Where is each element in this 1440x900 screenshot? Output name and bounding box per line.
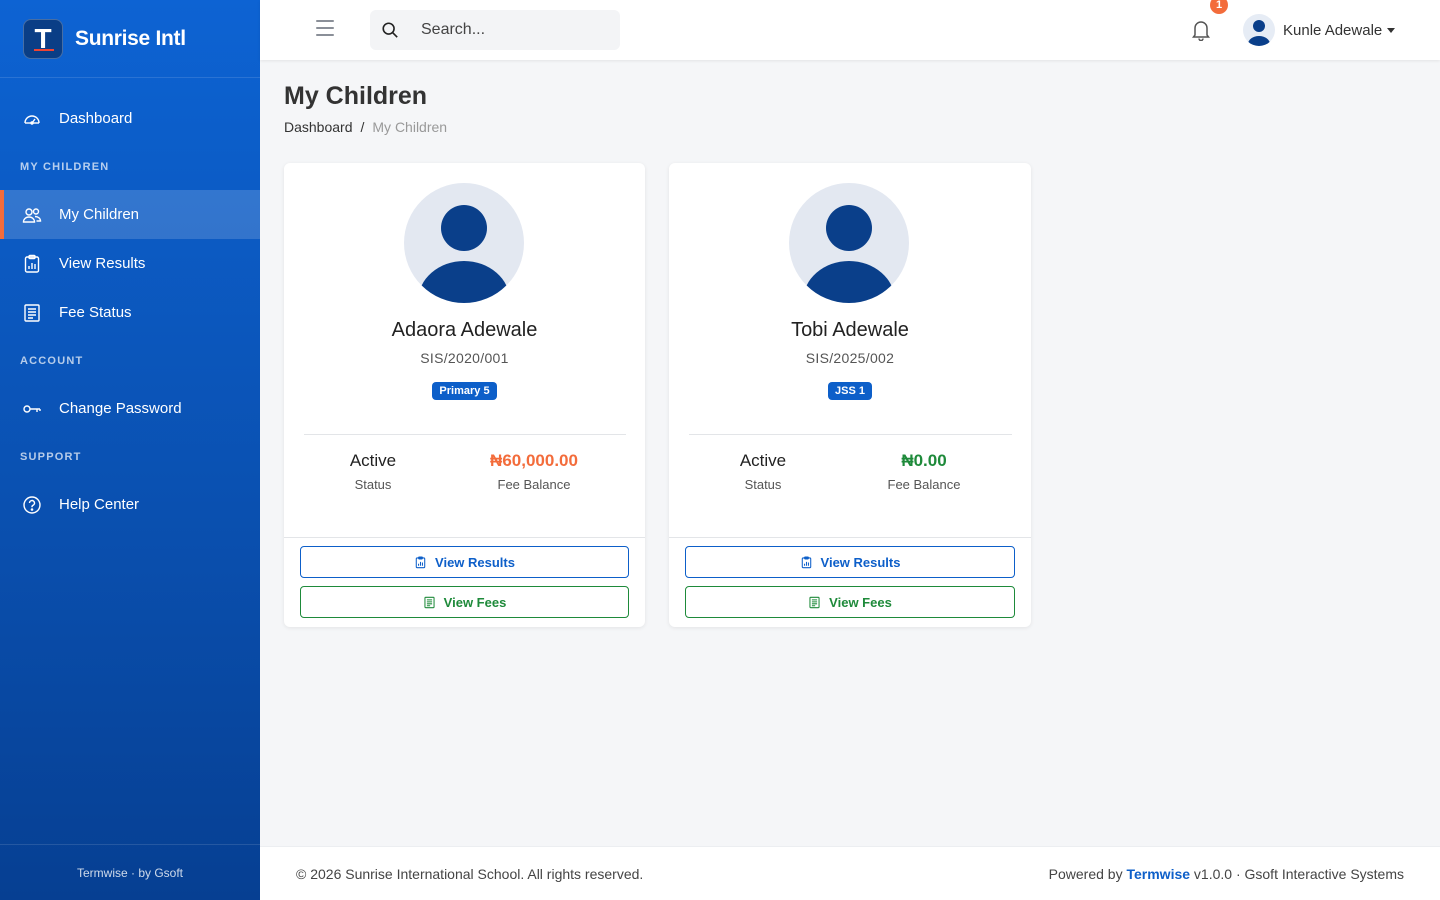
fee-balance-value: ₦60,000.00 bbox=[490, 451, 578, 470]
page-title: My Children bbox=[284, 82, 428, 110]
sidebar-item-help-center[interactable]: Help Center bbox=[0, 480, 260, 529]
caret-down-icon bbox=[1387, 27, 1396, 33]
sidebar-item-label: My Children bbox=[59, 206, 140, 223]
sidebar-item-dashboard[interactable]: Dashboard bbox=[0, 94, 260, 143]
breadcrumb: Dashboard / My Children bbox=[284, 119, 447, 135]
nav-section-my-children: MY CHILDREN bbox=[20, 160, 110, 173]
notification-badge: 1 bbox=[1210, 0, 1228, 14]
status-value: Active bbox=[739, 451, 787, 470]
page-footer: © 2026 Sunrise International School. All… bbox=[260, 846, 1440, 900]
status-label: Status bbox=[354, 477, 392, 492]
class-badge: Primary 5 bbox=[432, 382, 497, 400]
sidebar: T Sunrise Intl Dashboard MY CHILDREN My … bbox=[0, 0, 260, 900]
sidebar-item-label: Dashboard bbox=[59, 110, 133, 127]
user-avatar bbox=[1243, 14, 1275, 46]
breadcrumb-current: My Children bbox=[372, 119, 448, 135]
fee-balance-stat: ₦0.00 Fee Balance bbox=[844, 451, 1004, 492]
sidebar-item-my-children[interactable]: My Children bbox=[0, 190, 260, 239]
child-avatar bbox=[404, 183, 524, 303]
nav-section-support: SUPPORT bbox=[20, 450, 82, 463]
view-results-label: View Results bbox=[820, 554, 901, 570]
receipt-icon bbox=[809, 596, 820, 608]
child-student-id: SIS/2025/002 bbox=[805, 350, 895, 366]
users-icon bbox=[22, 207, 42, 223]
termwise-link[interactable]: Termwise bbox=[1126, 866, 1190, 882]
bell-icon[interactable] bbox=[1191, 19, 1211, 41]
child-avatar bbox=[789, 183, 909, 303]
status-stat: Active Status bbox=[293, 451, 453, 492]
menu-toggle-icon[interactable] bbox=[316, 20, 334, 36]
view-results-button[interactable]: View Results bbox=[300, 546, 629, 578]
view-fees-label: View Fees bbox=[829, 594, 892, 610]
child-student-id: SIS/2020/001 bbox=[420, 350, 509, 366]
brand-logo: T bbox=[23, 18, 63, 59]
sidebar-item-fee-status[interactable]: Fee Status bbox=[0, 288, 260, 337]
powered-by-prefix: Powered by bbox=[1048, 865, 1123, 882]
question-circle-icon bbox=[23, 495, 41, 514]
search-box bbox=[370, 10, 620, 50]
view-fees-button[interactable]: View Fees bbox=[685, 586, 1015, 618]
child-card: Adaora Adewale SIS/2020/001 Primary 5 Ac… bbox=[284, 163, 645, 627]
powered-by-suffix: v1.0.0 · Gsoft Interactive Systems bbox=[1193, 865, 1404, 882]
sidebar-footer: Termwise · by Gsoft bbox=[0, 844, 260, 900]
class-badge: JSS 1 bbox=[828, 382, 872, 400]
view-results-button[interactable]: View Results bbox=[685, 546, 1015, 578]
fee-balance-label: Fee Balance bbox=[497, 477, 571, 492]
sidebar-item-view-results[interactable]: View Results bbox=[0, 239, 260, 288]
copyright-text: © 2026 Sunrise International School. All… bbox=[296, 865, 644, 882]
nav-section-account: ACCOUNT bbox=[20, 354, 84, 367]
search-input[interactable] bbox=[421, 21, 601, 39]
receipt-icon bbox=[24, 303, 40, 322]
dashboard-gauge-icon bbox=[24, 114, 40, 125]
clipboard-chart-icon bbox=[801, 555, 811, 568]
breadcrumb-home[interactable]: Dashboard bbox=[284, 119, 353, 135]
fee-balance-label: Fee Balance bbox=[887, 477, 961, 492]
view-fees-label: View Fees bbox=[443, 594, 507, 610]
receipt-icon bbox=[424, 596, 435, 608]
status-stat: Active Status bbox=[683, 451, 843, 492]
topbar: 1 Kunle Adewale bbox=[260, 0, 1440, 60]
sidebar-item-label: Help Center bbox=[59, 496, 140, 513]
fee-balance-stat: ₦60,000.00 Fee Balance bbox=[454, 451, 614, 492]
sidebar-item-label: Fee Status bbox=[59, 304, 132, 321]
child-name: Tobi Adewale bbox=[791, 319, 909, 341]
user-name: Kunle Adewale bbox=[1283, 21, 1383, 39]
view-results-label: View Results bbox=[435, 554, 515, 570]
clipboard-chart-icon bbox=[24, 254, 40, 273]
sidebar-item-change-password[interactable]: Change Password bbox=[0, 384, 260, 433]
brand-name: Sunrise Intl bbox=[75, 26, 186, 50]
status-label: Status bbox=[744, 477, 782, 492]
search-icon bbox=[382, 22, 398, 38]
breadcrumb-separator: / bbox=[360, 119, 365, 135]
sidebar-item-label: Change Password bbox=[59, 400, 182, 417]
sidebar-item-label: View Results bbox=[59, 255, 146, 272]
brand[interactable]: T Sunrise Intl bbox=[0, 0, 260, 78]
child-name: Adaora Adewale bbox=[391, 319, 538, 341]
status-value: Active bbox=[349, 451, 397, 470]
child-card: Tobi Adewale SIS/2025/002 JSS 1 Active S… bbox=[669, 163, 1031, 627]
clipboard-chart-icon bbox=[415, 555, 426, 568]
user-menu[interactable]: Kunle Adewale bbox=[1243, 14, 1396, 46]
key-icon bbox=[23, 404, 41, 413]
fee-balance-value: ₦0.00 bbox=[901, 451, 947, 470]
powered-by: Powered by Termwise v1.0.0 · Gsoft Inter… bbox=[1049, 866, 1404, 882]
view-fees-button[interactable]: View Fees bbox=[300, 586, 629, 618]
